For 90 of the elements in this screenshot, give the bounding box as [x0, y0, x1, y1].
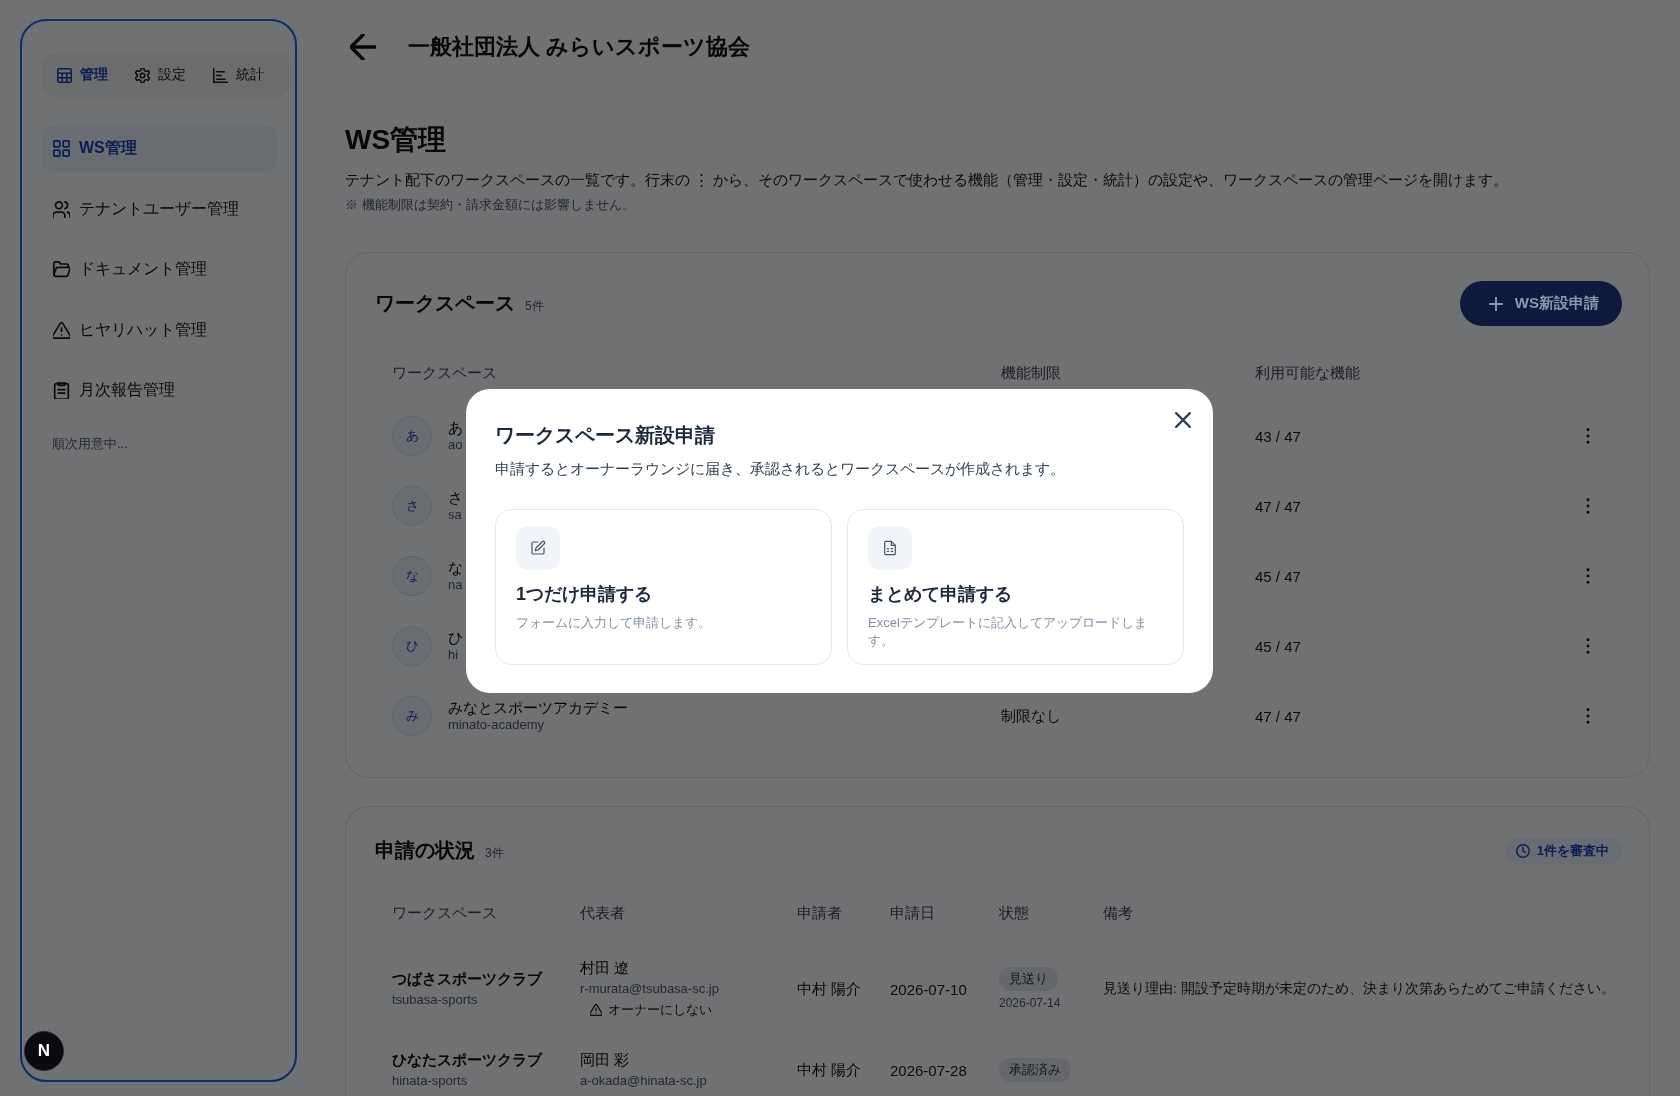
- feature-count: 45 / 47: [1255, 567, 1301, 585]
- floating-button[interactable]: N: [24, 1031, 64, 1071]
- application-date: 2026-07-28: [890, 1061, 967, 1079]
- workspace-name: つばさスポーツクラブ: [392, 969, 542, 989]
- count-label: 3件: [485, 845, 504, 862]
- workspace-name: さ: [448, 489, 463, 507]
- workspace-slug: ao: [448, 437, 463, 453]
- page-note: ※ 機能制限は契約・請求金額には影響しません。: [345, 196, 635, 214]
- column-header: 状態: [999, 903, 1029, 923]
- back-arrow-icon[interactable]: [350, 34, 376, 60]
- clipboard-icon: [53, 382, 70, 399]
- representative-email: a-okada@hinata-sc.jp: [580, 1072, 707, 1090]
- sidebar-tab[interactable]: 管理: [57, 66, 108, 84]
- modal-title: ワークスペース新設申請: [495, 423, 716, 448]
- avatar: な: [392, 556, 432, 596]
- avatar: さ: [392, 486, 432, 526]
- representative-name: 岡田 彩: [580, 1050, 630, 1070]
- representative-email: r-murata@tsubasa-sc.jp: [580, 980, 719, 998]
- section-title: ワークスペース: [375, 291, 515, 316]
- status-badge: 承認済み: [999, 1058, 1071, 1082]
- close-icon[interactable]: [1175, 412, 1191, 428]
- column-header: ワークスペース: [392, 363, 497, 383]
- sidebar-tab[interactable]: 統計: [213, 66, 264, 84]
- option-title: 1つだけ申請する: [516, 583, 652, 606]
- folder-icon: [53, 261, 70, 278]
- option-description: フォームに入力して申請します。: [516, 614, 711, 632]
- avatar: み: [392, 696, 432, 736]
- sidebar-item[interactable]: ドキュメント管理: [42, 246, 277, 293]
- sidebar-item[interactable]: ヒヤリハット管理: [42, 306, 277, 354]
- option-card[interactable]: まとめて申請する Excelテンプレートに記入してアップロードします。: [847, 509, 1184, 665]
- workspace-slug: hi: [448, 647, 459, 663]
- warning-icon: [53, 321, 70, 339]
- workspace-name: みなとスポーツアカデミー: [448, 699, 628, 717]
- owner-warning-text: オーナーにしない: [608, 1001, 712, 1019]
- page-description: テナント配下のワークスペースの一覧です。行末の ⋮ から、そのワークスペースで使わせる機能（管理・設定・統計）の設定や、ワークスペースの管理ページを開けます。: [345, 170, 1509, 190]
- workspace-slug: hinata-sports: [392, 1072, 468, 1090]
- workspace-name: あ: [448, 419, 463, 437]
- feature-count: 47 / 47: [1255, 707, 1301, 725]
- section-title: 申請の状況: [375, 838, 475, 863]
- settings-icon: [135, 67, 150, 83]
- restriction-text: 制限なし: [1001, 706, 1061, 726]
- workspace-slug: minato-academy: [448, 717, 545, 733]
- workspace-slug: tsubasa-sports: [392, 991, 478, 1009]
- document-icon: [868, 526, 912, 570]
- plus-icon: [1488, 296, 1503, 311]
- grid-icon: [53, 140, 70, 157]
- remarks-text: 見送り理由: 開設予定時期が未定のため、決まり次第あらためてご申請ください。: [1103, 980, 1615, 998]
- option-title: まとめて申請する: [868, 583, 1012, 606]
- modal-subtitle: 申請するとオーナーラウンジに届き、承認されるとワークスペースが作成されます。: [495, 459, 1066, 479]
- feature-count: 43 / 47: [1255, 427, 1301, 445]
- column-header: 利用可能な機能: [1255, 363, 1360, 383]
- page-title: WS管理: [345, 123, 447, 157]
- coming-soon-text: 順次用意中...: [52, 435, 128, 453]
- column-header: 申請者: [797, 903, 842, 923]
- workspace-slug: na: [448, 577, 463, 593]
- sidebar-item[interactable]: 月次報告管理: [42, 367, 277, 414]
- status-date: 2026-07-14: [999, 995, 1061, 1011]
- warning-icon: [590, 1004, 602, 1016]
- organization-title: 一般社団法人 みらいスポーツ協会: [408, 33, 751, 61]
- column-header: 代表者: [580, 903, 625, 923]
- chart-icon: [213, 67, 228, 83]
- applicant-name: 中村 陽介: [797, 979, 862, 999]
- sidebar-item[interactable]: テナントユーザー管理: [42, 185, 277, 233]
- workspace-name: ひなたスポーツクラブ: [392, 1050, 542, 1070]
- application-date: 2026-07-10: [890, 980, 967, 998]
- workspace-name: ひ: [448, 629, 463, 647]
- status-badge: 見送り: [999, 967, 1058, 991]
- option-card[interactable]: 1つだけ申請する フォームに入力して申請します。: [495, 509, 832, 665]
- column-header: 備考: [1103, 903, 1133, 923]
- sidebar-tab[interactable]: 設定: [135, 66, 186, 84]
- sidebar-item[interactable]: WS管理: [42, 125, 277, 172]
- clock-icon: [1515, 843, 1530, 858]
- users-icon: [53, 200, 70, 218]
- applicant-name: 中村 陽介: [797, 1060, 862, 1080]
- feature-count: 47 / 47: [1255, 497, 1301, 515]
- column-header: 申請日: [890, 903, 935, 923]
- avatar: あ: [392, 416, 432, 456]
- edit-icon: [516, 526, 560, 570]
- workspace-name: な: [448, 559, 463, 577]
- new-workspace-button[interactable]: WS新設申請: [1459, 281, 1622, 326]
- avatar: ひ: [392, 626, 432, 666]
- option-description: Excelテンプレートに記入してアップロードします。: [868, 614, 1148, 650]
- representative-name: 村田 遼: [580, 958, 630, 978]
- feature-count: 45 / 47: [1255, 637, 1301, 655]
- table-icon: [57, 67, 72, 83]
- column-header: 機能制限: [1001, 363, 1061, 383]
- workspace-slug: sa: [448, 507, 462, 523]
- review-count-text: 1件を審査中: [1536, 841, 1609, 860]
- count-label: 5件: [525, 298, 544, 315]
- column-header: ワークスペース: [392, 903, 497, 923]
